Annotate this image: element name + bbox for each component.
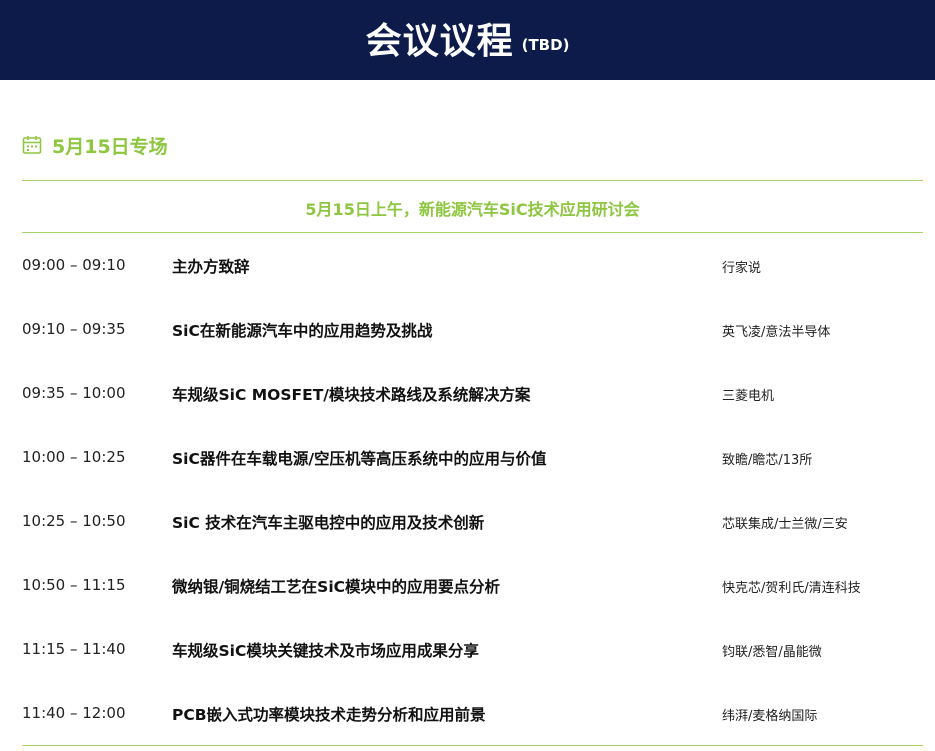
page-header: 会议议程 (TBD) xyxy=(0,0,935,80)
agenda-time: 10:50 – 11:15 xyxy=(22,576,126,594)
agenda-time: 09:35 – 10:00 xyxy=(22,384,126,402)
agenda-row: 09:10 – 09:35 SiC在新能源汽车中的应用趋势及挑战 英飞凌/意法半导体 xyxy=(22,296,923,360)
agenda-speaker: 钧联/悉智/晶能微 xyxy=(722,645,822,660)
agenda-row: 09:00 – 09:10 主办方致辞 行家说 xyxy=(22,232,923,296)
agenda-speaker: 行家说 xyxy=(722,261,762,276)
divider-top xyxy=(22,180,923,181)
agenda-row: 10:50 – 11:15 微纳银/铜烧结工艺在SiC模块中的应用要点分析 快克芯/… xyxy=(22,552,923,616)
page-subtitle: (TBD) xyxy=(521,36,570,54)
agenda-speaker: 快克芯/贺利氏/清连科技 xyxy=(722,581,861,596)
agenda-topic: SiC在新能源汽车中的应用趋势及挑战 xyxy=(172,322,433,340)
agenda-topic: 车规级SiC MOSFET/模块技术路线及系统解决方案 xyxy=(172,386,531,404)
agenda-topic: 微纳银/铜烧结工艺在SiC模块中的应用要点分析 xyxy=(172,578,501,596)
agenda-row: 10:00 – 10:25 SiC器件在车载电源/空压机等高压系统中的应用与价值 致… xyxy=(22,424,923,488)
agenda-time: 11:40 – 12:00 xyxy=(22,704,126,722)
agenda-time: 11:15 – 11:40 xyxy=(22,640,126,658)
agenda-time: 09:10 – 09:35 xyxy=(22,320,126,338)
divider-bottom xyxy=(22,745,923,746)
agenda-speaker: 三菱电机 xyxy=(722,389,775,404)
agenda-row: 11:40 – 12:00 PCB嵌入式功率模块技术走势分析和应用前景 纬湃/麦格纳… xyxy=(22,680,923,744)
agenda-row: 10:25 – 10:50 SiC 技术在汽车主驱电控中的应用及技术创新 芯联集成/… xyxy=(22,488,923,552)
page-title: 会议议程 xyxy=(365,21,514,62)
agenda-time: 10:25 – 10:50 xyxy=(22,512,126,530)
agenda-topic: SiC 技术在汽车主驱电控中的应用及技术创新 xyxy=(172,514,485,532)
agenda-speaker: 英飞凌/意法半导体 xyxy=(722,325,831,340)
agenda-speaker: 致瞻/瞻芯/13所 xyxy=(722,453,813,468)
agenda-topic: 主办方致辞 xyxy=(172,258,250,276)
agenda-speaker: 纬湃/麦格纳国际 xyxy=(722,709,818,724)
agenda-topic: SiC器件在车载电源/空压机等高压系统中的应用与价值 xyxy=(172,450,547,468)
agenda-time: 09:00 – 09:10 xyxy=(22,256,126,274)
day-heading: 5月15日专场 xyxy=(22,132,168,158)
agenda-speaker: 芯联集成/士兰微/三安 xyxy=(722,517,848,532)
session-title: 5月15日上午，新能源汽车SiC技术应用研讨会 xyxy=(305,200,640,219)
agenda-time: 10:00 – 10:25 xyxy=(22,448,126,466)
calendar-icon xyxy=(22,135,42,155)
agenda-topic: PCB嵌入式功率模块技术走势分析和应用前景 xyxy=(172,706,486,724)
agenda-table: 09:00 – 09:10 主办方致辞 行家说 09:10 – 09:35 SiC在新能… xyxy=(22,232,923,744)
agenda-topic: 车规级SiC模块关键技术及市场应用成果分享 xyxy=(172,642,479,660)
agenda-row: 11:15 – 11:40 车规级SiC模块关键技术及市场应用成果分享 钧联/悉智/… xyxy=(22,616,923,680)
agenda-row: 09:35 – 10:00 车规级SiC MOSFET/模块技术路线及系统解决方案… xyxy=(22,360,923,424)
day-label: 5月15日专场 xyxy=(52,135,168,158)
